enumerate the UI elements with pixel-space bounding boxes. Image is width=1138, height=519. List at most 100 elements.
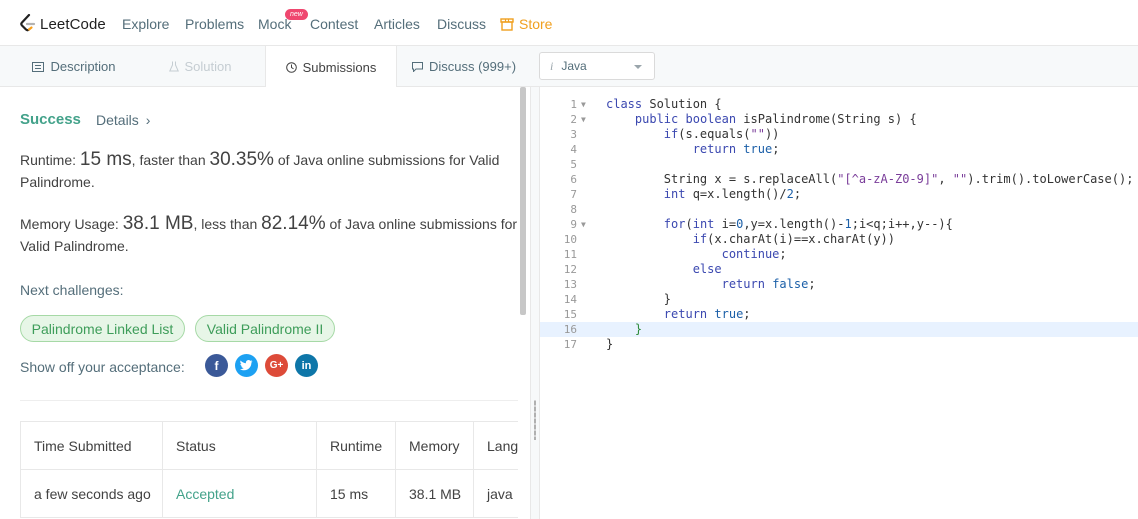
details-link[interactable]: Details › — [96, 112, 150, 128]
line-number: 12 — [563, 263, 577, 276]
code-line[interactable]: 17} — [540, 337, 1138, 352]
code-text: if(x.charAt(i)==x.charAt(y)) — [692, 232, 895, 246]
code-line[interactable]: 6 String x = s.replaceAll("[^a-zA-Z0-9]"… — [540, 172, 1138, 187]
tab-description-label: Description — [50, 59, 116, 74]
code-line[interactable]: 7 int q=x.length()/2; — [540, 187, 1138, 202]
result-status: Success — [20, 111, 81, 128]
problem-tabbar: Description Solution Submissions Discuss… — [0, 46, 1138, 88]
code-line[interactable]: 1 ▼ class Solution { — [540, 97, 1138, 112]
tab-solution: Solution — [140, 46, 260, 87]
nav-explore[interactable]: Explore — [122, 16, 169, 32]
cell-runtime: 15 ms — [316, 469, 396, 518]
drag-handle-icon[interactable] — [534, 400, 536, 440]
memory-summary: Memory Usage: 38.1 MB, less than 82.14% … — [20, 213, 520, 257]
nav-contest[interactable]: Contest — [310, 16, 358, 32]
code-line[interactable]: 2 ▼ public boolean isPalindrome(String s)… — [540, 112, 1138, 127]
challenge-valid-palindrome-ii[interactable]: Valid Palindrome II — [195, 315, 335, 342]
line-number: 9 — [570, 218, 577, 231]
code-text: return false; — [721, 277, 816, 291]
store-icon — [500, 17, 514, 31]
next-challenges-label: Next challenges: — [20, 282, 124, 298]
code-text: class Solution { — [606, 97, 722, 111]
line-number: 16 — [563, 323, 577, 336]
line-number: 1 — [570, 98, 577, 111]
memory-mid: , less than — [193, 216, 262, 232]
code-line[interactable]: 3 if(s.equals("")) — [540, 127, 1138, 142]
table-row[interactable]: a few seconds ago Accepted 15 ms 38.1 MB… — [20, 469, 518, 518]
fold-arrow-icon[interactable]: ▼ — [581, 217, 586, 232]
tab-discuss[interactable]: Discuss (999+) — [405, 46, 523, 87]
nav-articles[interactable]: Articles — [374, 16, 420, 32]
column-header[interactable]: Status — [162, 421, 317, 470]
line-number: 14 — [563, 293, 577, 306]
code-text: return true; — [692, 142, 780, 156]
fold-arrow-icon[interactable]: ▼ — [581, 112, 586, 127]
line-number: 11 — [563, 248, 577, 261]
code-line[interactable]: 13 return false; — [540, 277, 1138, 292]
code-text: continue; — [721, 247, 787, 261]
code-line[interactable]: 4 return true; — [540, 142, 1138, 157]
column-header[interactable]: Runtime — [316, 421, 396, 470]
code-line[interactable]: 12 else — [540, 262, 1138, 277]
tab-discuss-label: Discuss (999+) — [428, 59, 517, 74]
new-badge: new — [285, 9, 308, 20]
code-text: } — [606, 322, 643, 336]
code-line[interactable]: 11 continue; — [540, 247, 1138, 262]
tab-submissions[interactable]: Submissions — [265, 46, 397, 88]
facebook-icon[interactable]: f — [205, 354, 228, 377]
code-text: return true; — [663, 307, 751, 321]
code-text: for(int i=0,y=x.length()-1;i<q;i++,y--){ — [663, 217, 953, 231]
column-header[interactable]: Memory — [395, 421, 474, 470]
line-number: 13 — [563, 278, 577, 291]
code-line[interactable]: 10 if(x.charAt(i)==x.charAt(y)) — [540, 232, 1138, 247]
line-number: 5 — [570, 158, 577, 171]
section-divider — [20, 400, 518, 401]
nav-discuss[interactable]: Discuss — [437, 16, 486, 32]
challenge-palindrome-linked-list[interactable]: Palindrome Linked List — [20, 315, 185, 342]
fold-arrow-icon[interactable]: ▼ — [581, 97, 586, 112]
runtime-percentile: 30.35% — [209, 149, 274, 170]
line-number: 15 — [563, 308, 577, 321]
runtime-summary: Runtime: 15 ms, faster than 30.35% of Ja… — [20, 149, 520, 193]
code-text: } — [606, 292, 672, 306]
tab-submissions-label: Submissions — [302, 59, 377, 75]
language-select[interactable]: i Java — [539, 52, 655, 80]
left-panel-scrollbar[interactable] — [520, 87, 526, 315]
nav-problems[interactable]: Problems — [185, 16, 244, 32]
code-line[interactable]: 15 return true; — [540, 307, 1138, 322]
language-value: Java — [561, 59, 587, 73]
chevron-right-icon: › — [145, 112, 151, 128]
panel-splitter[interactable] — [530, 87, 540, 519]
code-text: int q=x.length()/2; — [663, 187, 802, 201]
code-line[interactable]: 14 } — [540, 292, 1138, 307]
leetcode-logo[interactable]: LeetCode — [19, 13, 106, 35]
twitter-icon[interactable] — [235, 354, 258, 377]
cell-status[interactable]: Accepted — [162, 469, 317, 518]
cell-language: java — [473, 469, 518, 518]
code-line[interactable]: 9 ▼ for(int i=0,y=x.length()-1;i<q;i++,y-… — [540, 217, 1138, 232]
nav-store[interactable]: Store — [500, 16, 552, 32]
flask-icon — [168, 61, 179, 72]
store-label: Store — [519, 16, 553, 32]
code-line[interactable]: 8 — [540, 202, 1138, 217]
cell-time-submitted: a few seconds ago — [20, 469, 163, 518]
chat-icon — [411, 61, 423, 72]
column-header[interactable]: Language — [473, 421, 518, 470]
tab-description[interactable]: Description — [14, 46, 134, 87]
code-line[interactable]: 16 } — [540, 322, 1138, 337]
code-line[interactable]: 5 — [540, 157, 1138, 172]
code-text: } — [606, 337, 614, 351]
linkedin-icon[interactable]: in — [295, 354, 318, 377]
logo-text: LeetCode — [40, 15, 106, 33]
leetcode-logo-icon — [20, 14, 36, 32]
code-editor[interactable]: 1 ▼ class Solution {2 ▼ public boolean isPa… — [540, 87, 1138, 519]
code-text: public boolean isPalindrome(String s) { — [634, 112, 917, 126]
details-label: Details — [96, 112, 139, 128]
column-header[interactable]: Time Submitted — [20, 421, 163, 470]
google-plus-icon[interactable]: G+ — [265, 354, 288, 377]
line-number: 10 — [563, 233, 577, 246]
chevron-down-icon — [634, 65, 642, 69]
cell-memory: 38.1 MB — [395, 469, 474, 518]
table-header-row: Time Submitted Status Runtime Memory Lan… — [20, 421, 518, 470]
code-text: String x = s.replaceAll("[^a-zA-Z0-9]", … — [606, 172, 1134, 186]
